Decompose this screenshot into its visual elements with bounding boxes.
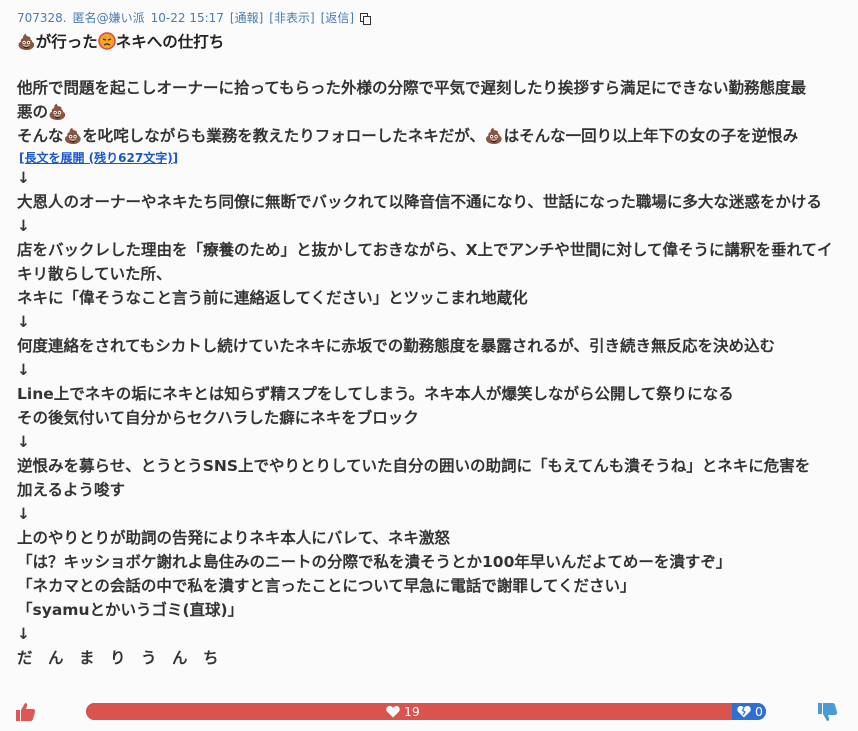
post-number[interactable]: 707328.	[17, 11, 67, 25]
arrow: ↓	[17, 313, 30, 331]
body-line: 逆恨みを募らせ、とうとうSNS上でやりとりしていた自分の囲いの助詞に「もえてんも…	[17, 457, 811, 475]
poop-icon: 💩	[48, 103, 67, 121]
body-line: 何度連絡をされてもシカトし続けていたネキに赤坂での勤務態度を暴露されるが、引き続…	[17, 337, 775, 355]
body-line: 「は？キッショボケ謝れよ島住みのニートの分際で私を潰そうとか100年早いんだよて…	[17, 553, 732, 571]
arrow: ↓	[17, 505, 30, 523]
body-line: 悪の💩	[17, 100, 832, 124]
arrow: ↓	[17, 361, 30, 379]
good-votes: 19	[386, 703, 420, 720]
body-line: 加えるよう唆す	[17, 481, 126, 499]
expand-link[interactable]: [長文を展開 (残り627文字)]	[19, 151, 178, 165]
body-line: 「syamuとかいうゴミ(直球)」	[17, 601, 244, 619]
post: 707328. 匿名@嫌い派 10-22 15:17 [通報] [非表示] [返信] 💩が…	[0, 0, 858, 731]
body-line: Line上でネキの垢にネキとは知らず精スプをしてしまう。ネキ本人が爆笑しながら公…	[17, 385, 734, 403]
bad-count: 0	[754, 704, 763, 719]
copy-icon[interactable]	[360, 13, 372, 25]
body-line: キリ散らしていた所、	[17, 265, 172, 283]
post-datetime: 10-22 15:17	[150, 11, 224, 25]
arrow: ↓	[17, 217, 30, 235]
post-author: 匿名@嫌い派	[72, 11, 145, 25]
body-text: はそんな一回り以上年下の女の子を逆恨み	[503, 127, 799, 145]
body-text: 悪の	[17, 103, 49, 121]
vote-ratio-bar: 19 0	[86, 703, 766, 720]
post-title: 💩が行った ネキへの仕打ち	[17, 32, 224, 52]
angry-face-icon	[97, 32, 116, 51]
post-meta: 707328. 匿名@嫌い派 10-22 15:17 [通報] [非表示] [返信]	[17, 10, 372, 26]
report-link[interactable]: [通報]	[230, 11, 263, 25]
poop-icon: 💩	[17, 33, 36, 51]
body-text: を叱咤しながらも業務を教えたりフォローしたネキだが、	[82, 127, 485, 145]
body-line: 上のやりとりが助詞の告発によりネキ本人にバレて、ネキ激怒	[17, 529, 450, 547]
arrow: ↓	[17, 625, 30, 643]
thumbs-up-icon[interactable]	[14, 700, 38, 724]
arrow: ↓	[17, 433, 30, 451]
poop-icon: 💩	[484, 127, 504, 145]
body-line: 大恩人のオーナーやネキたち同僚に無断でバックれて以降音信不通になり、世話になった…	[17, 193, 822, 211]
broken-heart-icon	[737, 704, 751, 719]
title-part-a: が行った	[35, 33, 98, 51]
body-line: その後気付いて自分からセクハラした癖にネキをブロック	[17, 409, 419, 427]
title-part-b: ネキへの仕打ち	[115, 33, 225, 51]
body-line: そんな💩を叱咤しながらも業務を教えたりフォローしたネキだが、💩はそんな一回り以上…	[17, 124, 832, 148]
reply-link[interactable]: [返信]	[321, 11, 354, 25]
body-line: だ ん ま り う ん ち	[17, 649, 219, 667]
expand-row: [長文を展開 (残り627文字)]	[17, 148, 832, 166]
good-count: 19	[403, 704, 420, 719]
bad-votes: 0	[733, 703, 766, 720]
body-line: 店をバックレした理由を「療養のため」と抜かしておきながら、X上でアンチや世間に対…	[17, 241, 833, 259]
poop-icon: 💩	[63, 127, 83, 145]
vote-bar: 19 0	[0, 698, 858, 728]
heart-icon	[386, 704, 400, 719]
arrow: ↓	[17, 169, 30, 187]
body-line: 「ネカマとの会話の中で私を潰すと言ったことについて早急に電話で謝罪してください」	[17, 577, 636, 595]
body-text: そんな	[17, 127, 64, 145]
body-line: ネキに「偉そうなこと言う前に連絡返してください」とツッこまれ地蔵化	[17, 289, 528, 307]
body-line: 他所で問題を起こしオーナーに拾ってもらった外様の分際で平気で遅刻したり挨拶すら満…	[17, 79, 806, 97]
post-body: 他所で問題を起こしオーナーに拾ってもらった外様の分際で平気で遅刻したり挨拶すら満…	[17, 76, 832, 670]
hide-link[interactable]: [非表示]	[269, 11, 314, 25]
thumbs-down-icon[interactable]	[816, 700, 840, 724]
